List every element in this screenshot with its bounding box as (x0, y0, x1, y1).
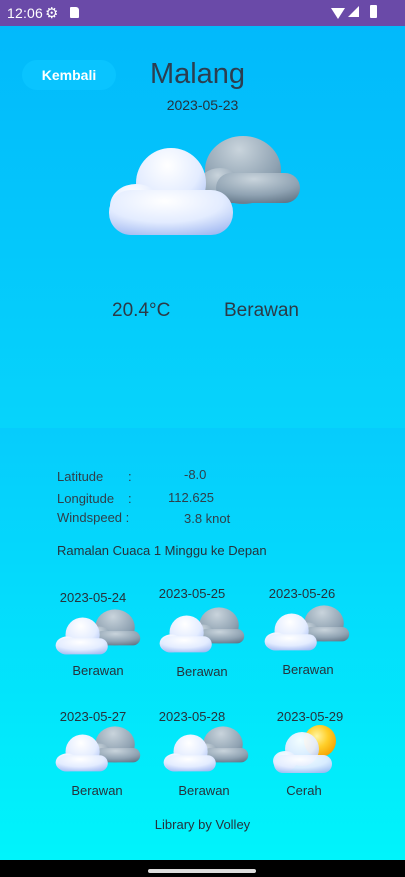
cloudy-icon (55, 726, 141, 772)
signal-icon (348, 6, 359, 17)
longitude-label: Longitude (57, 491, 115, 506)
gear-icon: ⚙ (45, 5, 59, 22)
sunny-cloud-icon (273, 725, 336, 773)
forecast-condition: Berawan (176, 664, 228, 679)
forecast-condition: Berawan (71, 783, 123, 798)
city-name: Malang (149, 58, 246, 90)
current-temperature: 20.4°C (112, 300, 171, 321)
battery-icon (370, 5, 377, 18)
current-condition: Berawan (224, 300, 299, 321)
forecast-condition: Berawan (282, 662, 334, 677)
forecast-date: 2023-05-26 (268, 586, 336, 601)
current-date: 2023-05-23 (166, 97, 239, 113)
windspeed-label: Windspeed : (57, 510, 130, 525)
footer-credit: Library by Volley (154, 817, 251, 832)
latitude-value: -8.0 (184, 467, 207, 482)
cloudy-icon (109, 136, 300, 235)
status-bar: 12:06 ⚙ (0, 0, 405, 26)
longitude-value: 112.625 (168, 490, 215, 505)
wifi-icon (331, 8, 345, 19)
status-time: 12:06 (7, 5, 44, 21)
forecast-condition: Cerah (286, 783, 322, 798)
sd-card-icon (70, 7, 79, 18)
home-handle[interactable] (148, 869, 256, 873)
cloudy-icon (163, 726, 249, 772)
forecast-date: 2023-05-25 (158, 586, 226, 601)
windspeed-value: 3.8 knot (184, 511, 231, 526)
cloudy-icon (159, 607, 245, 653)
forecast-title: Ramalan Cuaca 1 Minggu ke Depan (57, 543, 267, 558)
cloudy-icon (55, 609, 141, 655)
forecast-condition: Berawan (178, 783, 230, 798)
longitude-colon: : (128, 491, 132, 506)
latitude-label: Latitude (57, 469, 104, 484)
city-title: Malang (0, 58, 405, 91)
forecast-condition: Berawan (72, 663, 124, 678)
latitude-colon: : (128, 469, 132, 484)
forecast-date: 2023-05-24 (59, 590, 127, 605)
cloudy-icon (264, 605, 350, 651)
